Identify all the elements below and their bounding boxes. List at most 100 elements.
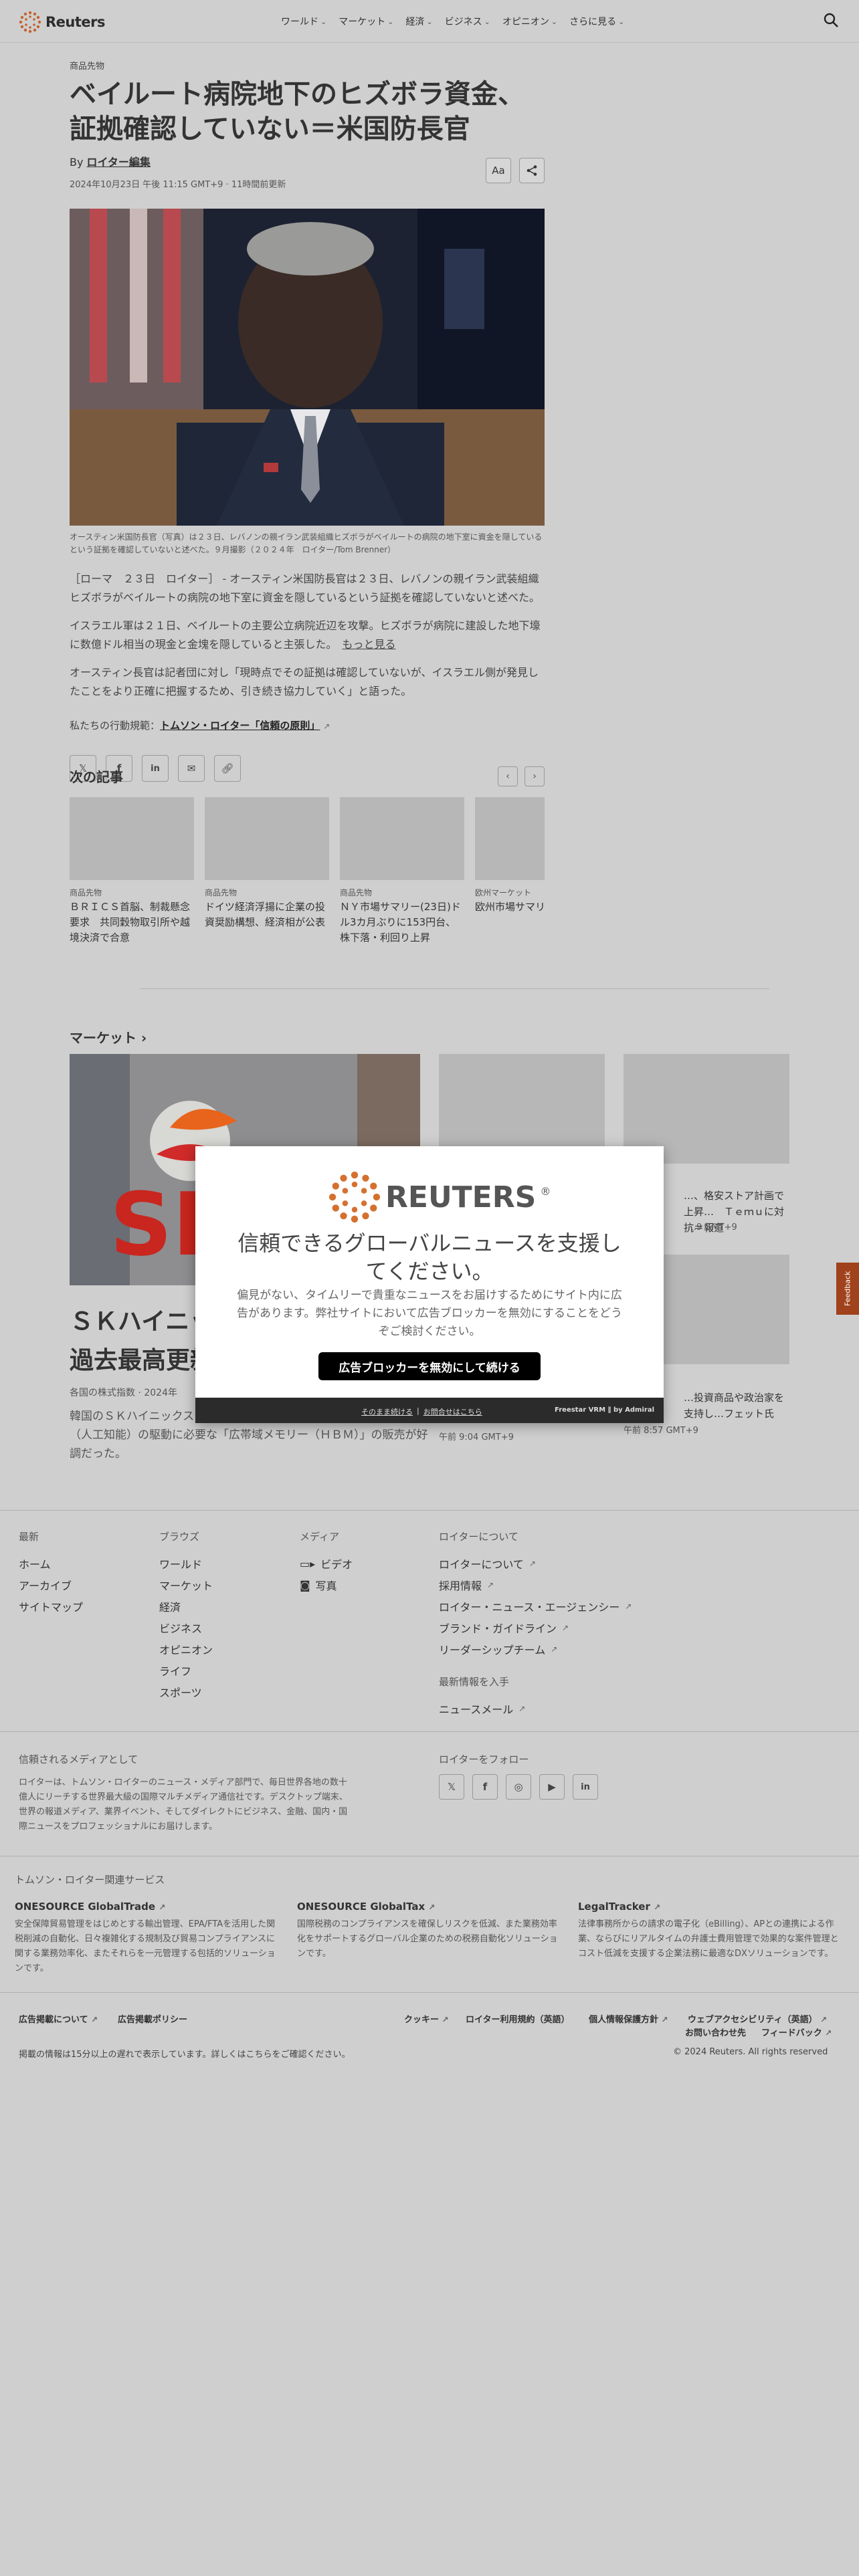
adblock-dialog: REUTERS ® 信頼できるグローバルニュースを支援してください。 偏見がない、… bbox=[195, 1146, 664, 1423]
principles-link[interactable]: トムソン・ロイター「信頼の原則」 bbox=[160, 720, 320, 732]
chevron-left-icon: ‹ bbox=[506, 771, 510, 782]
feedback-tab[interactable]: Feedback bbox=[836, 1263, 859, 1315]
photo-caption: オースティン米国防長官（写真）は２３日、レバノンの親イラン武装組織ヒズボラがベイ… bbox=[70, 532, 543, 554]
footer-link[interactable]: ロイターについて ↗ bbox=[439, 1553, 632, 1574]
article: 商品先物 ベイルート病院地下のヒズボラ資金、 証拠確認していない＝米国防長官 B… bbox=[70, 59, 545, 782]
legal-link[interactable]: 個人情報保護方針 ↗ bbox=[589, 2012, 668, 2025]
footer-link[interactable]: ビジネス bbox=[159, 1617, 213, 1638]
service-link[interactable]: ONESOURCE GlobalTax ↗ bbox=[297, 1899, 435, 1915]
chevron-down-icon: ⌄ bbox=[618, 17, 625, 26]
dialog-footer: そのまま続ける | お問合せはこちら Freestar VRM ∥ by Adm… bbox=[195, 1398, 664, 1423]
footer-link-label: ロイターについて bbox=[439, 1558, 524, 1571]
follow-facebook-button[interactable]: f bbox=[472, 1774, 498, 1800]
read-more-link[interactable]: もっと見る bbox=[343, 638, 396, 651]
footer-link[interactable]: ホーム bbox=[19, 1553, 83, 1574]
hero-photo bbox=[70, 209, 545, 526]
external-link-icon: ↗ bbox=[442, 2015, 449, 2024]
footer-link[interactable]: 採用情報 ↗ bbox=[439, 1574, 632, 1596]
footer-heading: ロイターについて bbox=[439, 1531, 518, 1543]
link-separator: | bbox=[417, 1406, 419, 1415]
legal-link[interactable]: フィードバック ↗ bbox=[761, 2026, 832, 2038]
legal-link[interactable]: ウェブアクセシビリティ（英語） ↗ bbox=[688, 2012, 827, 2025]
tr-services-heading: トムソン・ロイター関連サービス bbox=[15, 1874, 165, 1886]
headline: ベイルート病院地下のヒズボラ資金、 証拠確認していない＝米国防長官 bbox=[70, 77, 545, 146]
footer-link-label: ビデオ bbox=[320, 1558, 353, 1571]
instagram-icon: ◎ bbox=[514, 1781, 523, 1793]
story-card[interactable]: 商品先物 ＢＲＩＣＳ首脳、制裁懸念要求 共同穀物取引所や越境決済で合意 bbox=[70, 797, 194, 946]
footer: 最新 ホーム アーカイブ サイトマップ ブラウズ ワールド マーケット 経済 ビ… bbox=[0, 1510, 859, 2576]
follow-youtube-button[interactable]: ▶ bbox=[539, 1774, 565, 1800]
service-name: LegalTracker bbox=[578, 1901, 650, 1913]
reuters-logo[interactable]: Reuters bbox=[19, 11, 106, 33]
markets-section-title[interactable]: マーケット › bbox=[70, 1027, 147, 1047]
nav-economy[interactable]: 経済 ⌄ bbox=[405, 15, 432, 28]
footer-link[interactable]: リーダーシップチーム ↗ bbox=[439, 1638, 632, 1660]
market-story-title[interactable]: …投資商品や政治家を支持し…フェット氏 bbox=[684, 1390, 791, 1422]
dialog-links: そのまま続ける | お問合せはこちら bbox=[361, 1406, 482, 1417]
byline: By ロイター編集 bbox=[70, 153, 545, 169]
share-icon bbox=[527, 165, 537, 176]
dialog-logo-text: REUTERS bbox=[385, 1180, 537, 1214]
carousel-prev-button[interactable]: ‹ bbox=[498, 766, 518, 786]
newsletter-link[interactable]: ニュースメール ↗ bbox=[439, 1698, 632, 1719]
nav-world[interactable]: ワールド ⌄ bbox=[281, 15, 326, 28]
external-link-icon: ↗ bbox=[518, 1704, 526, 1713]
footer-link-video[interactable]: ▭▸ ビデオ bbox=[300, 1553, 353, 1574]
dialog-message: 偏見がない、タイムリーで貴重なニュースをお届けするためにサイト内に広告があります… bbox=[237, 1289, 622, 1338]
nav-more[interactable]: さらに見る ⌄ bbox=[569, 15, 624, 28]
legal-link-label: ウェブアクセシビリティ（英語） bbox=[688, 2015, 818, 2025]
follow-instagram-button[interactable]: ◎ bbox=[506, 1774, 531, 1800]
footer-link[interactable]: ライフ bbox=[159, 1660, 213, 1681]
author-link[interactable]: ロイター編集 bbox=[87, 156, 151, 169]
legal-link[interactable]: ロイター利用規約（英語） bbox=[466, 2012, 569, 2025]
disable-adblocker-button[interactable]: 広告ブロッカーを無効にして続ける bbox=[318, 1352, 541, 1380]
market-story-time: 午前 9:04 GMT+9 bbox=[439, 1432, 514, 1442]
footer-link[interactable]: ロイター・ニュース・エージェンシー ↗ bbox=[439, 1596, 632, 1617]
footer-link[interactable]: サイトマップ bbox=[19, 1596, 83, 1617]
service-link[interactable]: LegalTracker ↗ bbox=[578, 1899, 660, 1915]
registered-mark: ® bbox=[540, 1185, 551, 1198]
footer-link[interactable]: 経済 bbox=[159, 1596, 213, 1617]
search-button[interactable] bbox=[823, 12, 839, 31]
external-link-icon: ↗ bbox=[529, 1559, 536, 1568]
legal-link[interactable]: 広告掲載ポリシー bbox=[118, 2012, 187, 2025]
chevron-down-icon: ⌄ bbox=[551, 17, 558, 26]
contact-link[interactable]: お問合せはこちら bbox=[423, 1406, 482, 1417]
story-card[interactable]: 商品先物 ドイツ経済浮揚に企業の投資奨励構想、経済相が公表 bbox=[205, 797, 329, 930]
footer-link[interactable]: ブランド・ガイドライン ↗ bbox=[439, 1617, 632, 1638]
footer-column-about: ロイターについて ロイターについて ↗ 採用情報 ↗ ロイター・ニュース・エージェン… bbox=[439, 1529, 632, 1719]
legal-link[interactable]: クッキー ↗ bbox=[404, 2012, 449, 2025]
continue-anyway-link[interactable]: そのまま続ける bbox=[361, 1406, 413, 1417]
nav-business[interactable]: ビジネス ⌄ bbox=[445, 15, 490, 28]
footer-link-label: ロイター・ニュース・エージェンシー bbox=[439, 1601, 620, 1614]
footer-link[interactable]: オピニオン bbox=[159, 1638, 213, 1660]
follow-x-button[interactable]: 𝕏 bbox=[439, 1774, 464, 1800]
article-tools: Aa bbox=[486, 158, 545, 183]
external-link-icon: ↗ bbox=[825, 2028, 832, 2038]
facebook-icon: f bbox=[482, 1781, 488, 1793]
share-button[interactable] bbox=[519, 158, 545, 183]
nav-opinion[interactable]: オピニオン ⌄ bbox=[502, 15, 557, 28]
story-card[interactable]: 欧州マーケット 欧州市場サマリー bbox=[475, 797, 545, 915]
service-link[interactable]: ONESOURCE GlobalTrade ↗ bbox=[15, 1899, 165, 1915]
font-size-button[interactable]: Aa bbox=[486, 158, 511, 183]
footer-link[interactable]: ワールド bbox=[159, 1553, 213, 1574]
dialog-title: 信頼できるグローバルニュースを支援してください。 bbox=[237, 1230, 622, 1284]
legal-link[interactable]: お問い合わせ先 bbox=[685, 2026, 746, 2038]
footer-link[interactable]: アーカイブ bbox=[19, 1574, 83, 1596]
story-card[interactable]: 商品先物 ＮＹ市場サマリー(23日)ドル3カ月ぶりに153円台、株下落・利回り上… bbox=[340, 797, 464, 946]
footer-link-label: 採用情報 bbox=[439, 1580, 482, 1592]
footer-link[interactable]: スポーツ bbox=[159, 1681, 213, 1703]
story-thumbnail bbox=[475, 797, 545, 880]
vendor-brand: Freestar VRM ∥ by Admiral bbox=[555, 1406, 654, 1414]
footer-link-photo[interactable]: ◙ 写真 bbox=[300, 1574, 353, 1596]
carousel-next-button[interactable]: › bbox=[524, 766, 545, 786]
nav-markets[interactable]: マーケット ⌄ bbox=[339, 15, 393, 28]
legal-link[interactable]: 広告掲載について ↗ bbox=[19, 2012, 98, 2025]
section-tag[interactable]: 商品先物 bbox=[70, 59, 545, 72]
follow-linkedin-button[interactable]: in bbox=[573, 1774, 598, 1800]
markets-title-text: マーケット bbox=[70, 1030, 136, 1046]
footer-link[interactable]: マーケット bbox=[159, 1574, 213, 1596]
external-link-icon: ↗ bbox=[562, 1623, 569, 1632]
footer-heading: 最新 bbox=[19, 1531, 39, 1543]
